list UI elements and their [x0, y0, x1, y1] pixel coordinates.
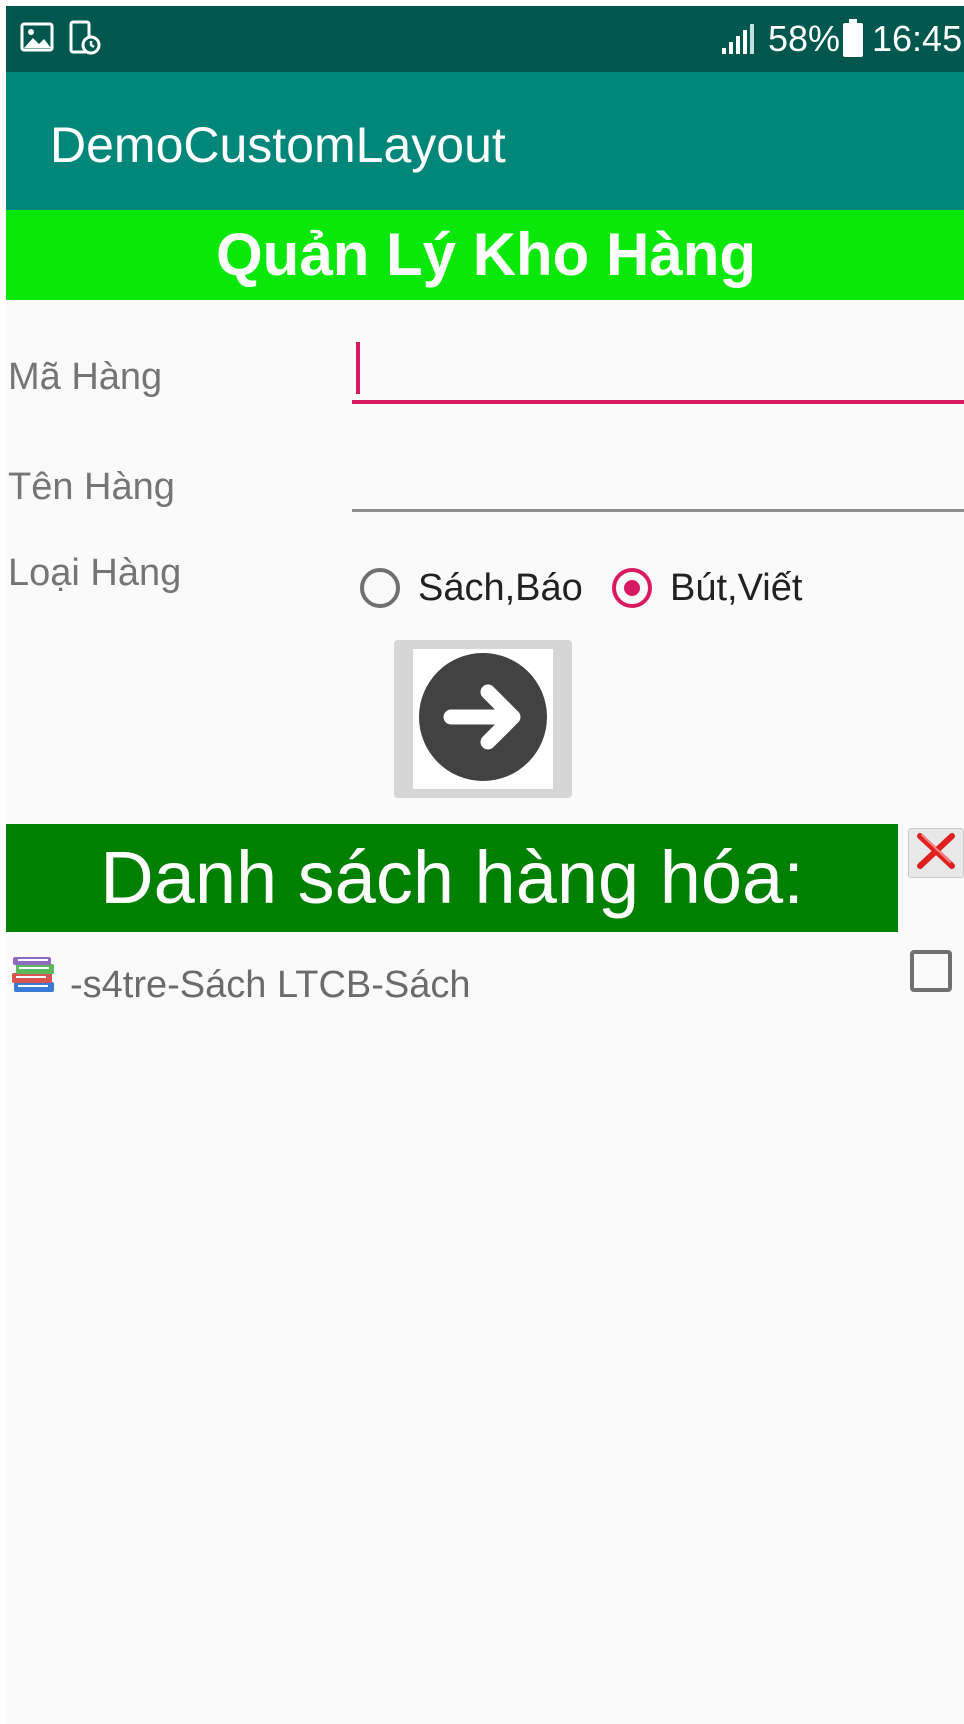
header-banner: Quản Lý Kho Hàng — [6, 210, 964, 300]
list-item[interactable]: -s4tre-Sách LTCB-Sách — [6, 946, 964, 1026]
arrow-right-circle-icon — [416, 650, 550, 789]
list-item-checkbox[interactable] — [910, 950, 952, 992]
loai-hang-label: Loại Hàng — [8, 552, 182, 594]
list-header: Danh sách hàng hóa: — [6, 824, 898, 932]
status-bar: 58% 16:45 — [6, 6, 964, 72]
radio-sach-bao-label: Sách,Báo — [418, 566, 583, 609]
add-item-button-face — [413, 649, 553, 789]
page-title: Quản Lý Kho Hàng — [216, 221, 756, 288]
delete-button[interactable] — [908, 828, 964, 878]
screen-timer-icon — [68, 20, 102, 61]
radio-but-viet[interactable]: Bút,Viết — [612, 558, 802, 618]
radio-but-viet-circle[interactable] — [612, 568, 652, 608]
list-title: Danh sách hàng hóa: — [100, 836, 804, 919]
battery-percentage: 58% — [768, 18, 841, 59]
red-x-icon — [916, 832, 956, 875]
ma-hang-input[interactable] — [352, 324, 964, 404]
signal-icon — [720, 24, 756, 61]
text-cursor — [356, 342, 360, 394]
ten-hang-label: Tên Hàng — [8, 466, 175, 508]
clock: 16:45 — [872, 18, 963, 59]
app-screen: 58% 16:45 DemoCustomLayout Quản Lý Kho H… — [6, 6, 964, 1724]
add-item-button[interactable] — [394, 640, 572, 798]
radio-sach-bao-circle[interactable] — [360, 568, 400, 608]
app-title: DemoCustomLayout — [50, 117, 506, 173]
radio-sach-bao[interactable]: Sách,Báo — [360, 558, 583, 618]
image-icon — [20, 20, 54, 59]
ma-hang-label: Mã Hàng — [8, 356, 163, 398]
list-item-text: -s4tre-Sách LTCB-Sách — [70, 964, 471, 1006]
ten-hang-input[interactable] — [352, 432, 964, 512]
books-icon — [10, 956, 58, 1001]
app-bar: DemoCustomLayout — [6, 72, 964, 210]
radio-but-viet-label: Bút,Viết — [670, 566, 803, 609]
battery-icon — [842, 18, 864, 63]
